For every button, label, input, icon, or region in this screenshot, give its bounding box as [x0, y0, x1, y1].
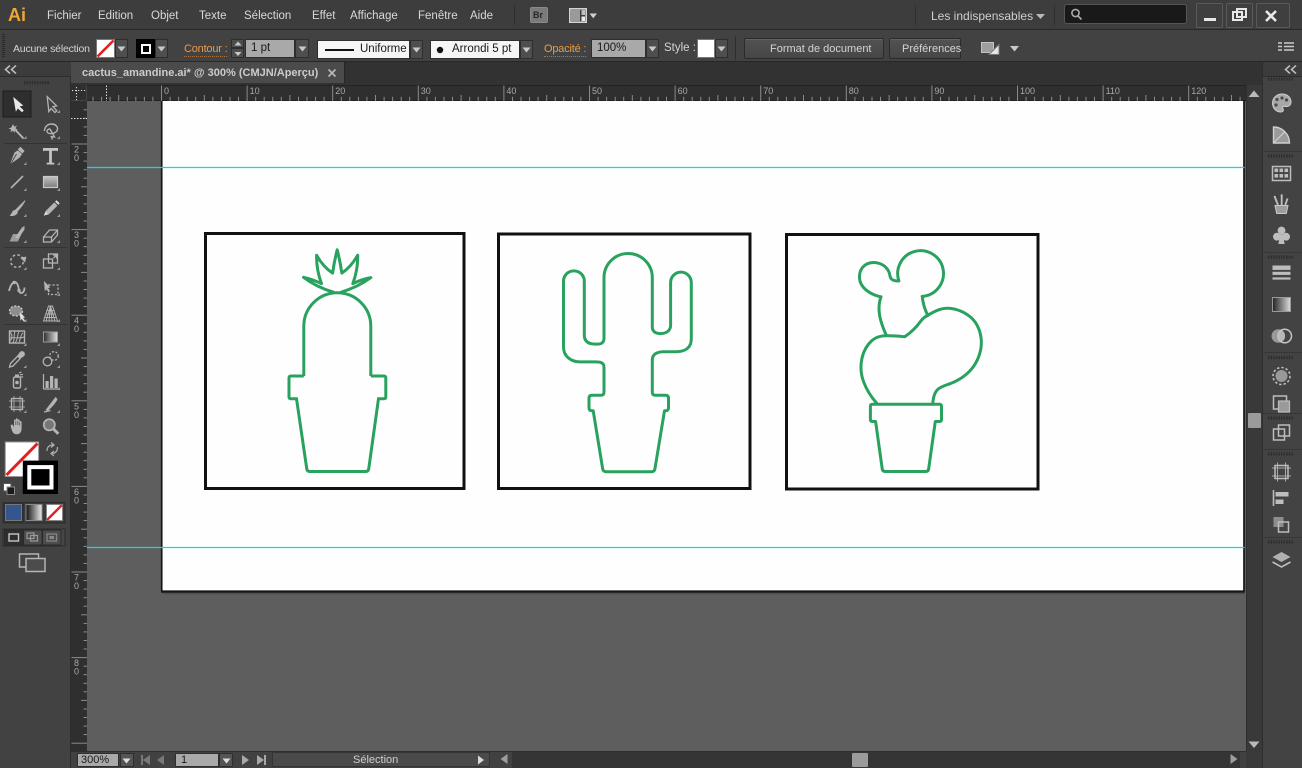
svg-text:100: 100	[1020, 86, 1035, 96]
svg-text:30: 30	[421, 86, 431, 96]
svg-text:0: 0	[164, 86, 169, 96]
svg-text:60: 60	[678, 86, 688, 96]
svg-text:0: 0	[74, 239, 79, 249]
svg-text:120: 120	[1191, 86, 1206, 96]
svg-text:40: 40	[506, 86, 516, 96]
svg-text:70: 70	[763, 86, 773, 96]
svg-text:50: 50	[592, 86, 602, 96]
svg-text:10: 10	[250, 86, 260, 96]
svg-text:110: 110	[1106, 86, 1120, 96]
svg-text:0: 0	[74, 153, 79, 163]
svg-text:90: 90	[934, 86, 944, 96]
svg-text:0: 0	[74, 667, 79, 677]
svg-text:80: 80	[849, 86, 859, 96]
svg-text:0: 0	[74, 410, 79, 420]
svg-text:0: 0	[74, 324, 79, 334]
svg-text:0: 0	[74, 495, 79, 505]
svg-text:20: 20	[335, 86, 345, 96]
svg-text:0: 0	[74, 581, 79, 591]
